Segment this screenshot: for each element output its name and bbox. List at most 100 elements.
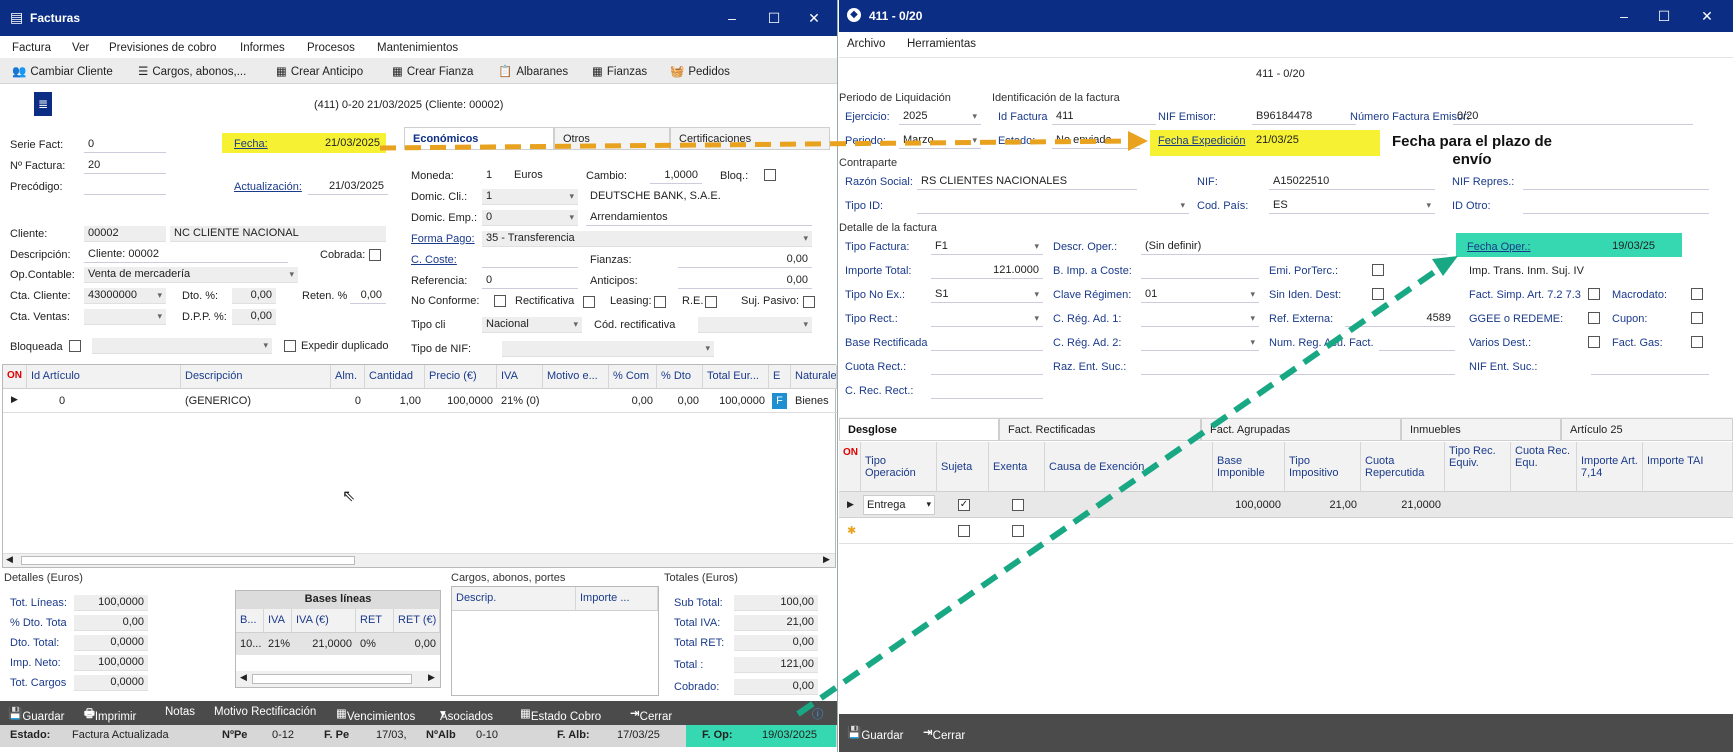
razon-field[interactable]: RS CLIENTES NACIONALES — [917, 174, 1137, 190]
re-checkbox[interactable] — [705, 296, 717, 308]
estado-cobro-button[interactable]: ▦ Estado Cobro — [520, 706, 601, 723]
menu-informes[interactable]: Informes — [240, 42, 285, 54]
cell-e-flag[interactable]: F — [772, 393, 787, 409]
cell-total[interactable]: 100,0000 — [703, 395, 765, 407]
vencimientos-button[interactable]: ▦ Vencimientos — [336, 706, 415, 723]
help-icon[interactable]: ⓘ — [812, 706, 824, 722]
tipocli-select[interactable]: Nacional — [482, 317, 582, 333]
cargos-button[interactable]: ☰ Cargos, abonos,... — [138, 64, 246, 78]
tab-articulo25[interactable]: Artículo 25 — [1561, 418, 1733, 440]
factgas-checkbox[interactable] — [1691, 336, 1703, 348]
reten-field[interactable]: 0,00 — [350, 288, 386, 304]
codpais-select[interactable]: ES — [1269, 198, 1435, 214]
cell-com[interactable]: 0,00 — [609, 395, 653, 407]
col-tipo-impositivo[interactable]: Tipo Impositivo — [1285, 442, 1361, 492]
nifent-field[interactable] — [1591, 359, 1709, 375]
exenta-checkbox[interactable] — [1012, 525, 1024, 537]
maximize-button[interactable]: ☐ — [764, 9, 784, 27]
scroll-thumb[interactable] — [252, 674, 412, 684]
nfactura-field[interactable]: 20 — [84, 158, 166, 174]
col-cuota-rec[interactable]: Cuota Rec. Equ. — [1511, 442, 1577, 492]
dpp-field[interactable]: 0,00 — [232, 309, 276, 325]
table-row[interactable]: ▶ 0 (GENERICO) 0 1,00 100,0000 21% (0) 0… — [3, 389, 837, 413]
tab-desglose[interactable]: Desglose — [839, 418, 999, 440]
row-selector-icon[interactable]: ▶ — [11, 394, 18, 405]
baserect-field[interactable] — [931, 335, 1043, 351]
cell-tipo[interactable]: 21,00 — [1285, 499, 1357, 511]
numreg-field[interactable] — [1379, 335, 1455, 351]
moneda-code[interactable]: 1 — [482, 168, 506, 184]
bloqueada-select[interactable] — [92, 338, 272, 354]
cell-descripcion[interactable]: (GENERICO) — [185, 395, 251, 407]
idfactura-field[interactable]: 411 — [1052, 109, 1156, 125]
col-motivo[interactable]: Motivo e... — [543, 365, 609, 389]
sujeta-checkbox[interactable]: ✓ — [958, 499, 970, 511]
cambiar-cliente-button[interactable]: 👥 Cambiar Cliente — [12, 64, 113, 78]
menu-herramientas[interactable]: Herramientas — [907, 38, 976, 50]
scroll-right-icon[interactable]: ▶ — [823, 554, 830, 565]
nifrep-field[interactable] — [1523, 174, 1709, 190]
tab-economicos[interactable]: Económicos — [404, 127, 554, 149]
bases-col[interactable]: IVA — [264, 609, 292, 633]
col-descripcion[interactable]: Descripción — [181, 365, 331, 389]
cargos-col-descrip[interactable]: Descrip. — [452, 587, 576, 611]
row-selector-icon[interactable]: ▶ — [847, 499, 854, 510]
serie-field[interactable]: 0 — [84, 137, 166, 153]
table-row[interactable]: 10... 21% 21,0000 0% 0,00 — [236, 633, 440, 655]
coste-field[interactable] — [482, 252, 578, 268]
menu-mantenimientos[interactable]: Mantenimientos — [377, 42, 458, 54]
domemp-select[interactable]: 0 — [482, 210, 578, 226]
cobrada-checkbox[interactable] — [369, 249, 381, 261]
dto-field[interactable]: 0,00 — [232, 288, 276, 304]
guardar-button[interactable]: 💾 Guardar — [8, 706, 65, 723]
col-cuota[interactable]: Cuota Repercutida — [1361, 442, 1445, 492]
cell-naturaleza[interactable]: Bienes — [795, 395, 829, 407]
cell-base[interactable]: 100,0000 — [1213, 499, 1281, 511]
menu-procesos[interactable]: Procesos — [307, 42, 355, 54]
cargos-col-importe[interactable]: Importe ... — [576, 587, 658, 611]
horizontal-scrollbar[interactable]: ◀ ▶ — [3, 553, 835, 567]
col-precio[interactable]: Precio (€) — [425, 365, 497, 389]
minimize-button[interactable]: – — [1614, 7, 1634, 25]
actualizacion-field[interactable]: 21/03/2025 — [308, 179, 388, 195]
formapago-select[interactable]: 35 - Transferencia — [482, 231, 812, 247]
scroll-thumb[interactable] — [21, 556, 355, 565]
idotro-field[interactable] — [1523, 198, 1709, 214]
periodo-select[interactable]: Marzo — [899, 133, 981, 149]
razent-field[interactable] — [1141, 359, 1455, 375]
siniden-checkbox[interactable] — [1372, 288, 1384, 300]
tipo-operacion-select[interactable]: Entrega ▾ — [863, 495, 935, 515]
bloqueada-checkbox[interactable] — [69, 340, 81, 352]
crec-field[interactable] — [931, 383, 1043, 399]
tipoid-select[interactable] — [917, 198, 1189, 214]
ejercicio-select[interactable]: 2025 — [899, 109, 981, 125]
noconforme-checkbox[interactable] — [494, 295, 506, 307]
menu-ver[interactable]: Ver — [72, 42, 89, 54]
fexp-field[interactable]: 21/03/25 — [1252, 133, 1348, 149]
bases-col[interactable]: IVA (€) — [292, 609, 356, 633]
imprimir-button[interactable]: 🖶 Imprimir — [84, 706, 136, 725]
col-e[interactable]: E — [769, 365, 791, 389]
cell-iva[interactable]: 21% (0) — [501, 395, 540, 407]
maximize-button[interactable]: ☐ — [1654, 7, 1674, 25]
ctaventas-select[interactable] — [84, 309, 166, 325]
domcli-select[interactable]: 1 — [482, 189, 578, 205]
bases-col[interactable]: RET — [356, 609, 394, 633]
creg2-select[interactable] — [1141, 335, 1259, 351]
precodigo-field[interactable] — [84, 179, 166, 195]
menu-archivo[interactable]: Archivo — [847, 38, 885, 50]
scroll-left-icon[interactable]: ◀ — [240, 672, 247, 683]
fianzas-button[interactable]: ▦ Fianzas — [592, 64, 647, 78]
nifemisor-field[interactable]: B96184478 — [1252, 109, 1356, 125]
cell-dto[interactable]: 0,00 — [657, 395, 699, 407]
sujeta-checkbox[interactable] — [958, 525, 970, 537]
expedir-checkbox[interactable] — [284, 340, 296, 352]
close-button[interactable]: ✕ — [1697, 7, 1717, 25]
bases-scrollbar[interactable]: ◀ ▶ — [236, 671, 440, 687]
albaranes-button[interactable]: 📋 Albaranes — [498, 64, 568, 78]
tiponoex-select[interactable]: S1 — [931, 287, 1043, 303]
bases-col[interactable]: B... — [236, 609, 264, 633]
col-causa[interactable]: Causa de Exención — [1045, 442, 1213, 492]
col-sujeta[interactable]: Sujeta — [937, 442, 989, 492]
fecha-field[interactable]: 21/03/2025 — [300, 136, 384, 152]
